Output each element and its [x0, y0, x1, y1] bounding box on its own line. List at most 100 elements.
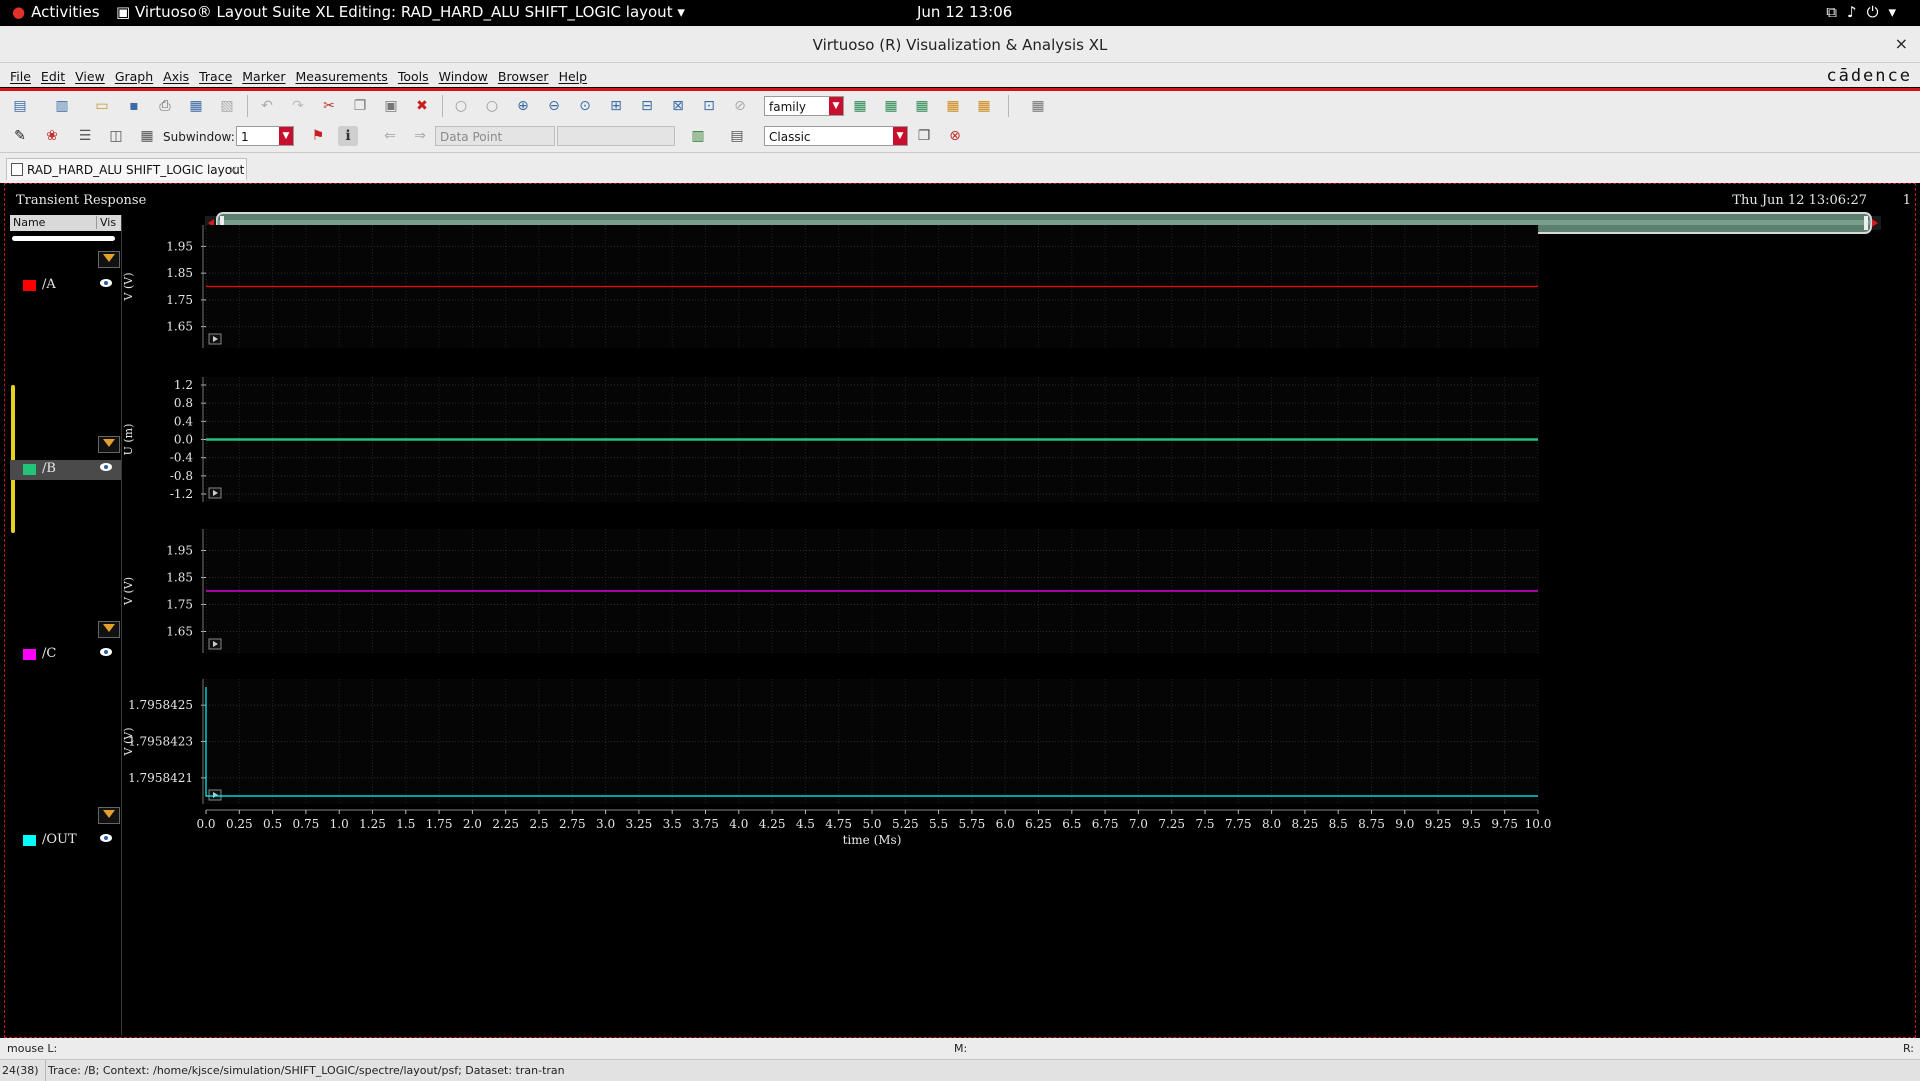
print-preview-icon[interactable]: ▦	[186, 96, 206, 116]
pencil-icon[interactable]: ✎	[10, 126, 30, 146]
menu-bar: File Edit View Graph Axis Trace Marker Measurem…	[0, 63, 1920, 87]
window-delete-icon[interactable]: ⊗	[945, 126, 965, 146]
circle-icon[interactable]: ○	[451, 96, 471, 116]
subwindow-select[interactable]: 1 ▼	[236, 126, 294, 146]
graph-window[interactable]: Transient Response Thu Jun 12 13:06:27 1…	[4, 183, 1916, 1038]
chevron-down-icon: ▾	[672, 3, 685, 21]
waveform-plot-area[interactable]: 1.95 1.85 1.75 1.65 V (V) 1.2 0.8 0.4 0.0 -0.4 -0.…	[5, 184, 1915, 1037]
open-icon[interactable]: ▭	[92, 96, 112, 116]
window-copy-icon[interactable]: ❐	[914, 126, 934, 146]
clock[interactable]: Jun 12 13:06	[917, 3, 1012, 21]
menu-file[interactable]: File	[5, 63, 36, 84]
menu-measurements[interactable]: Measurements	[290, 63, 392, 84]
menu-browser[interactable]: Browser	[493, 63, 554, 84]
x-tick-label: 0.25	[226, 817, 253, 831]
network-icon: ⧉	[1826, 3, 1848, 21]
x-tick-label: 1.0	[330, 817, 349, 831]
circle-icon[interactable]: ○	[482, 96, 502, 116]
x-tick-label: 4.25	[759, 817, 786, 831]
x-tick-label: 4.5	[796, 817, 815, 831]
y-tick-label: 0.4	[174, 414, 193, 428]
tab-rad-hard-alu[interactable]: RAD_HARD_ALU SHIFT_LOGIC layout ×	[6, 158, 247, 180]
zoom-box-icon[interactable]: ⊠	[668, 96, 688, 116]
undo-icon[interactable]: ↶	[257, 96, 277, 116]
calculator-icon[interactable]: ▤	[727, 126, 747, 146]
menu-marker[interactable]: Marker	[237, 63, 290, 84]
x-tick-label: 8.75	[1358, 817, 1385, 831]
close-window-button[interactable]: ×	[1895, 34, 1908, 53]
x-tick-label: 8.25	[1292, 817, 1319, 831]
layout-icon	[11, 163, 23, 176]
mouse-right-status: R:	[1902, 1042, 1914, 1055]
style-select-value: Classic	[769, 130, 811, 144]
brain-icon[interactable]: ❀	[42, 126, 62, 146]
redhat-icon: ●	[12, 3, 26, 21]
back-icon[interactable]: ⇐	[380, 126, 400, 146]
export-icon[interactable]: ▧	[217, 96, 237, 116]
zoom-y-icon[interactable]: ⊟	[637, 96, 657, 116]
info-icon[interactable]: ℹ	[338, 126, 358, 146]
menu-axis[interactable]: Axis	[158, 63, 194, 84]
app-icon: ▣	[116, 3, 135, 21]
zoom-reset-icon[interactable]: ⊘	[730, 96, 750, 116]
zoom-area-icon[interactable]: ⊡	[699, 96, 719, 116]
eye-diagram-icon[interactable]: ▦	[974, 96, 994, 116]
system-tray[interactable]: ⧉♪⏻▾	[1826, 3, 1906, 21]
flag-icon[interactable]: ⚑	[308, 126, 328, 146]
zoom-out-icon[interactable]: ⊖	[544, 96, 564, 116]
forward-icon[interactable]: ⇒	[410, 126, 430, 146]
copy-icon[interactable]: ❐	[350, 96, 370, 116]
menu-window[interactable]: Window	[434, 63, 493, 84]
x-tick-label: 3.5	[663, 817, 682, 831]
tab-close-button[interactable]: ×	[228, 159, 238, 181]
menu-help[interactable]: Help	[554, 63, 593, 84]
redo-icon[interactable]: ↷	[288, 96, 308, 116]
stack-icon[interactable]: ▦	[881, 96, 901, 116]
menu-trace[interactable]: Trace	[194, 63, 237, 84]
menu-graph[interactable]: Graph	[110, 63, 158, 84]
print-icon[interactable]: ⎙	[155, 96, 175, 116]
datapoint-value-field[interactable]	[557, 126, 675, 146]
family-select[interactable]: family ▼	[764, 96, 844, 116]
menu-tools[interactable]: Tools	[393, 63, 434, 84]
overlay-icon[interactable]: ▦	[850, 96, 870, 116]
chevron-down-icon: ▼	[279, 127, 293, 145]
y-axis-label: U (m)	[122, 424, 135, 456]
zoom-slider-right-handle[interactable]	[1864, 216, 1868, 230]
x-tick-label: 6.25	[1025, 817, 1052, 831]
x-tick-label: 2.75	[559, 817, 586, 831]
activities-button[interactable]: ● Activities	[12, 3, 100, 21]
paste-icon[interactable]: ▣	[381, 96, 401, 116]
x-tick-label: 3.25	[626, 817, 653, 831]
x-tick-label: 4.0	[729, 817, 748, 831]
chevron-down-icon: ▼	[893, 127, 907, 145]
menu-view[interactable]: View	[70, 63, 110, 84]
grid-layout-icon[interactable]: ▦	[137, 126, 157, 146]
menu-edit[interactable]: Edit	[36, 63, 70, 84]
cut-icon[interactable]: ✂	[319, 96, 339, 116]
datapoint-select[interactable]: Data Point	[435, 126, 555, 146]
x-tick-label: 5.25	[892, 817, 919, 831]
zoom-x-icon[interactable]: ⊞	[606, 96, 626, 116]
zoom-in-icon[interactable]: ⊕	[513, 96, 533, 116]
main-toolbar: ▤ ▥ ▭ ▪ ⎙ ▦ ▧ ↶ ↷ ✂ ❐ ▣ ✖ ○ ○ ⊕ ⊖ ⊙ ⊞ ⊟ …	[0, 91, 1920, 121]
column-layout-icon[interactable]: ◫	[106, 126, 126, 146]
save-icon[interactable]: ▪	[124, 96, 144, 116]
y-axis-label: V (V)	[122, 273, 135, 302]
grid-icon[interactable]: ▦	[1028, 96, 1048, 116]
tab-bar: RAD_HARD_ALU SHIFT_LOGIC layout ×	[0, 153, 1920, 183]
bus-icon[interactable]: ▦	[943, 96, 963, 116]
style-select[interactable]: Classic ▼	[764, 126, 908, 146]
zoom-fit-icon[interactable]: ⊙	[575, 96, 595, 116]
delete-icon[interactable]: ✖	[412, 96, 432, 116]
app-title: Virtuoso® Layout Suite XL Editing: RAD_H…	[134, 3, 673, 21]
bar-chart-icon[interactable]: ▥	[688, 126, 708, 146]
app-menu[interactable]: ▣ Virtuoso® Layout Suite XL Editing: RAD…	[116, 3, 685, 21]
new-window-icon[interactable]: ▤	[10, 96, 30, 116]
row-layout-icon[interactable]: ☰	[75, 126, 95, 146]
volume-icon: ♪	[1847, 3, 1867, 21]
strip-icon[interactable]: ▦	[912, 96, 932, 116]
x-tick-label: 6.0	[996, 817, 1015, 831]
new-subwindow-icon[interactable]: ▥	[52, 96, 72, 116]
mouse-middle-status: M:	[954, 1042, 968, 1055]
